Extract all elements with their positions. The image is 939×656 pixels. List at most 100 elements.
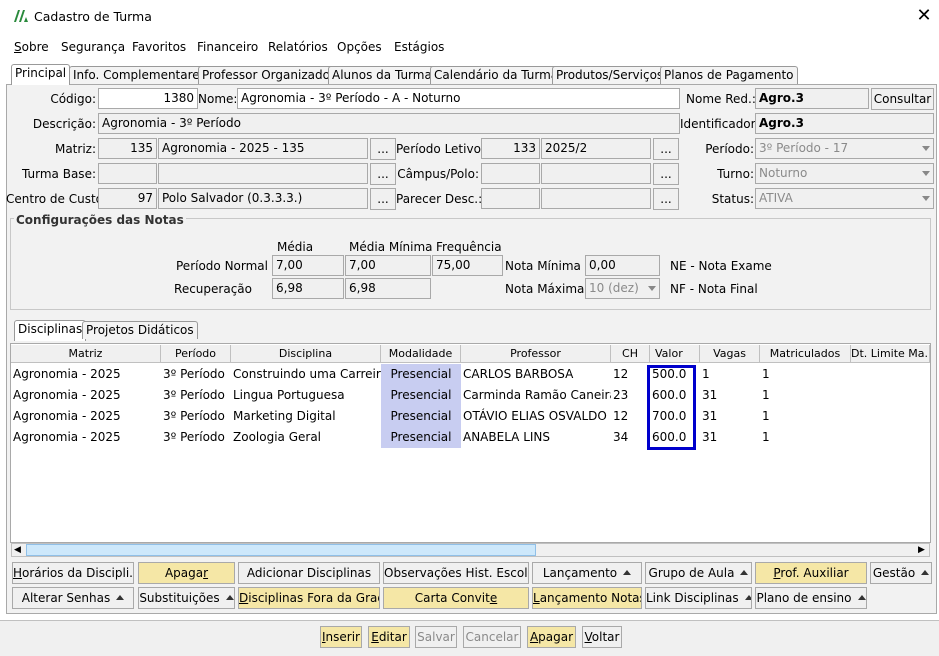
substituicoes-button[interactable]: Substituições [138,587,235,609]
horarios-disciplina-button[interactable]: Horários da Discipli... [12,562,134,584]
table-row[interactable]: Agronomia - 2025 [11,406,161,427]
grupo-de-aula-button[interactable]: Grupo de Aula [645,562,752,584]
alterar-senhas-button[interactable]: Alterar Senhas [12,587,134,609]
menu-opcoes[interactable]: Opções [337,40,382,54]
table-row[interactable]: Agronomia - 2025 [11,385,161,406]
parecer-code-field[interactable] [481,188,540,209]
table-cell[interactable]: 34 [611,427,650,448]
menu-sobre[interactable]: Sobre [14,40,49,54]
table-cell-modalidade[interactable]: Presencial [381,385,461,406]
menu-financeiro[interactable]: Financeiro [197,40,258,54]
col-header-vagas[interactable]: Vagas [700,345,760,363]
close-icon[interactable]: ✕ [912,5,936,27]
turma-base-name-field[interactable] [158,163,368,184]
table-cell[interactable]: 12 [611,406,650,427]
table-cell[interactable]: 1 [760,364,851,385]
table-cell[interactable]: 3º Período [161,385,231,406]
periodo-letivo-code-field[interactable]: 133 [481,138,540,159]
table-cell[interactable]: 31 [700,385,760,406]
menu-favoritos[interactable]: Favoritos [132,40,186,54]
turma-base-lookup-button[interactable]: ... [370,163,396,185]
scrollbar-thumb[interactable] [26,544,536,556]
tab-info-complementares[interactable]: Info. Complementares [69,66,210,84]
table-cell[interactable]: 3º Período [161,364,231,385]
tab-professor-organizador[interactable]: Professor Organizador [198,66,339,84]
table-cell[interactable]: 1 [760,427,851,448]
table-cell[interactable]: ANABELA LINS [461,427,611,448]
periodo-select[interactable]: 3º Período - 17 [755,138,934,159]
consultar-button[interactable]: Consultar [871,88,934,110]
table-cell[interactable]: Marketing Digital [231,406,381,427]
periodo-letivo-lookup-button[interactable]: ... [653,138,679,160]
pn-media-minima-field[interactable]: 7,00 [345,255,431,276]
col-header-ch[interactable]: CH [611,345,650,363]
menu-estagios[interactable]: Estágios [394,40,444,54]
campus-code-field[interactable] [481,163,540,184]
observacoes-hist-escolar-button[interactable]: Observações Hist. Escolar [383,562,529,584]
tab-planos-pagamento[interactable]: Planos de Pagamento [660,66,798,84]
rec-media-minima-field[interactable]: 6,98 [345,278,431,299]
gestao-button[interactable]: Gestão [870,562,932,584]
codigo-field[interactable]: 1380 [98,88,198,109]
identificador-field[interactable]: Agro.3 [755,113,934,134]
table-cell[interactable]: 1 [760,406,851,427]
link-disciplinas-button[interactable]: Link Disciplinas [645,587,752,609]
matriz-lookup-button[interactable]: ... [370,138,396,160]
table-cell-modalidade[interactable]: Presencial [381,427,461,448]
centro-custo-name-field[interactable]: Polo Salvador (0.3.3.3.) [158,188,368,209]
table-cell[interactable]: 3º Período [161,406,231,427]
table-cell[interactable]: Lingua Portuguesa [231,385,381,406]
tab-produtos-servicos[interactable]: Produtos/Serviços [552,66,668,84]
tab-disciplinas[interactable]: Disciplinas [14,320,87,341]
turno-select[interactable]: Noturno [755,163,934,184]
tab-principal[interactable]: Principal [11,64,71,85]
disciplinas-fora-grade-button[interactable]: Disciplinas Fora da Grade [238,587,380,609]
voltar-button[interactable]: Voltar [582,626,622,648]
table-cell-modalidade[interactable]: Presencial [381,364,461,385]
table-cell-modalidade[interactable]: Presencial [381,406,461,427]
nome-red-field[interactable]: Agro.3 [755,88,869,109]
col-header-professor[interactable]: Professor [461,345,611,363]
table-cell[interactable]: 31 [700,406,760,427]
inserir-button[interactable]: Inserir [320,626,362,648]
lancamento-button[interactable]: Lançamento [532,562,642,584]
table-cell[interactable]: Zoologia Geral [231,427,381,448]
table-cell[interactable]: OTÁVIO ELIAS OSVALDO ... [461,406,611,427]
rec-media-field[interactable]: 6,98 [272,278,344,299]
descricao-field[interactable]: Agronomia - 3º Período [98,113,680,134]
table-cell[interactable]: 31 [700,427,760,448]
campus-lookup-button[interactable]: ... [653,163,679,185]
table-row[interactable]: Agronomia - 2025 [11,427,161,448]
col-header-periodo[interactable]: Período [161,345,231,363]
apagar-button[interactable]: Apagar [527,626,576,648]
nota-minima-field[interactable]: 0,00 [585,255,660,276]
table-cell[interactable]: Carminda Ramão Caneira [461,385,611,406]
table-cell[interactable]: 3º Período [161,427,231,448]
cancelar-button[interactable]: Cancelar [463,626,521,648]
col-header-disciplina[interactable]: Disciplina [231,345,381,363]
campus-name-field[interactable] [541,163,651,184]
periodo-letivo-field[interactable]: 2025/2 [541,138,651,159]
col-header-matriculados[interactable]: Matriculados [760,345,851,363]
parecer-lookup-button[interactable]: ... [653,188,679,210]
lancamento-notas-button[interactable]: Lançamento Notas [532,587,642,609]
table-cell[interactable]: CARLOS BARBOSA [461,364,611,385]
table-cell[interactable]: 1 [760,385,851,406]
col-header-valor[interactable]: Valor [650,345,700,363]
nome-field[interactable]: Agronomia - 3º Período - A - Noturno [237,88,680,109]
centro-custo-lookup-button[interactable]: ... [370,188,396,210]
table-cell[interactable]: 23 [611,385,650,406]
matriz-name-field[interactable]: Agronomia - 2025 - 135 [158,138,368,159]
salvar-button[interactable]: Salvar [415,626,457,648]
carta-convite-button[interactable]: Carta Convite [383,587,529,609]
menu-relatorios[interactable]: Relatórios [268,40,328,54]
col-header-matriz[interactable]: Matriz [11,345,161,363]
apagar-disciplina-button[interactable]: Apagar [138,562,235,584]
parecer-name-field[interactable] [541,188,651,209]
table-row[interactable]: Agronomia - 2025 [11,364,161,385]
tab-projetos-didaticos[interactable]: Projetos Didáticos [82,321,198,339]
matriz-code-field[interactable]: 135 [98,138,157,159]
prof-auxiliar-button[interactable]: Prof. Auxiliar [755,562,867,584]
plano-de-ensino-button[interactable]: Plano de ensino [755,587,867,609]
table-cell[interactable]: Construindo uma Carreira de [231,364,381,385]
